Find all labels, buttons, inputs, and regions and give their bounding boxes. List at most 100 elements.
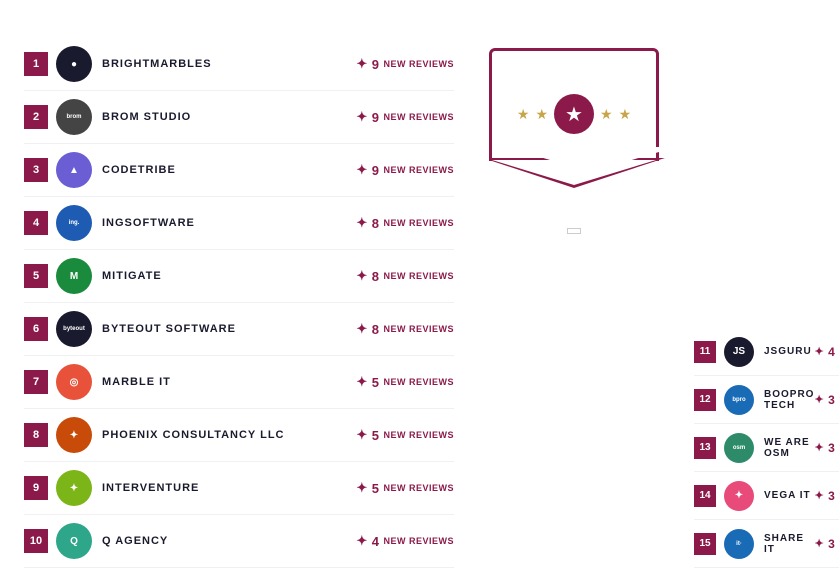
company-logo: bpro (724, 385, 754, 415)
list-item: 2 brom BROM STUDIO ✦ 9 NEW REVIEWS (24, 91, 454, 144)
reviews-badge: ✦ 3 NEW REVIEWS (814, 537, 839, 551)
review-label: NEW REVIEWS (383, 377, 454, 387)
company-logo: ● (56, 46, 92, 82)
company-name: INGSOFTWARE (102, 217, 356, 229)
review-count: 5 (372, 428, 380, 443)
company-name: JSGURU (764, 346, 814, 357)
company-name: Q AGENCY (102, 535, 356, 547)
company-name: BROM STUDIO (102, 111, 356, 123)
reviews-badge: ✦ 4 NEW REVIEWS (356, 533, 454, 549)
list-item: 10 Q Q AGENCY ✦ 4 NEW REVIEWS (24, 515, 454, 568)
company-logo: M (56, 258, 92, 294)
rank-box: 15 (694, 533, 716, 555)
company-logo: JS (724, 337, 754, 367)
company-name: MARBLE IT (102, 376, 356, 388)
review-count: 5 (372, 481, 380, 496)
rank-box: 11 (694, 341, 716, 363)
list-item: 3 ▲ CODETRIBE ✦ 9 NEW REVIEWS (24, 144, 454, 197)
reviews-badge: ✦ 5 NEW REVIEWS (356, 427, 454, 443)
review-count: 4 (372, 534, 380, 549)
review-star-icon: ✦ (356, 374, 367, 390)
badge-area: ★ ★ ★ ★ ★ (454, 38, 694, 568)
review-label: NEW REVIEWS (383, 324, 454, 334)
left-company-list: 1 ● BRIGHTMARBLES ✦ 9 NEW REVIEWS 2 brom… (24, 38, 454, 568)
review-count: 8 (372, 216, 380, 231)
rank-box: 12 (694, 389, 716, 411)
list-item: 8 ✦ PHOENIX CONSULTANCY LLC ✦ 5 NEW REVI… (24, 409, 454, 462)
list-item: 1 ● BRIGHTMARBLES ✦ 9 NEW REVIEWS (24, 38, 454, 91)
company-name: MITIGATE (102, 270, 356, 282)
list-item: 14 ✦ VEGA IT ✦ 3 NEW REVIEWS (694, 472, 839, 520)
company-name: WE ARE OSM (764, 437, 814, 459)
review-star-icon: ✦ (814, 441, 824, 454)
company-logo: ing. (56, 205, 92, 241)
reviews-badge: ✦ 8 NEW REVIEWS (356, 215, 454, 231)
review-label: NEW REVIEWS (383, 483, 454, 493)
review-label: NEW REVIEWS (383, 218, 454, 228)
rank-box: 13 (694, 437, 716, 459)
rank-box: 4 (24, 211, 48, 235)
list-item: 12 bpro BOOPRO TECH ✦ 3 NEW REVIEWS (694, 376, 839, 424)
reviews-badge: ✦ 4 NEW REVIEWS (814, 345, 839, 359)
badge-shape: ★ ★ ★ ★ ★ (489, 48, 659, 161)
company-logo: it· (724, 529, 754, 559)
reviews-badge: ✦ 3 NEW REVIEWS (814, 489, 839, 503)
company-name: BOOPRO TECH (764, 389, 814, 411)
reviews-badge: ✦ 8 NEW REVIEWS (356, 321, 454, 337)
reviews-badge: ✦ 3 NEW REVIEWS (814, 441, 839, 455)
right-company-list: 11 JS JSGURU ✦ 4 NEW REVIEWS 12 bpro BOO… (694, 38, 839, 568)
list-item: 6 byteout BYTEOUT SOFTWARE ✦ 8 NEW REVIE… (24, 303, 454, 356)
reviews-badge: ✦ 3 NEW REVIEWS (814, 393, 839, 407)
badge-star-right-1: ★ (600, 106, 613, 123)
rank-box: 5 (24, 264, 48, 288)
review-count: 3 (828, 489, 835, 503)
review-label: NEW REVIEWS (383, 271, 454, 281)
badge-star-right-2: ★ (619, 106, 632, 123)
list-item: 9 ✦ INTERVENTURE ✦ 5 NEW REVIEWS (24, 462, 454, 515)
company-name: VEGA IT (764, 490, 814, 501)
rank-box: 9 (24, 476, 48, 500)
reviews-badge: ✦ 9 NEW REVIEWS (356, 56, 454, 72)
right-list-spacer (694, 38, 839, 328)
review-star-icon: ✦ (814, 489, 824, 502)
reviews-badge: ✦ 9 NEW REVIEWS (356, 109, 454, 125)
review-count: 4 (828, 345, 835, 359)
review-count: 3 (828, 393, 835, 407)
award-badge: ★ ★ ★ ★ ★ (484, 48, 664, 234)
list-item: 13 osm WE ARE OSM ✦ 3 NEW REVIEWS (694, 424, 839, 472)
rank-box: 6 (24, 317, 48, 341)
rank-box: 3 (24, 158, 48, 182)
list-item: 15 it· SHARE IT ✦ 3 NEW REVIEWS (694, 520, 839, 568)
rank-box: 14 (694, 485, 716, 507)
review-star-icon: ✦ (356, 109, 367, 125)
review-count: 8 (372, 322, 380, 337)
review-star-icon: ✦ (814, 345, 824, 358)
company-logo: brom (56, 99, 92, 135)
company-name: BYTEOUT SOFTWARE (102, 323, 356, 335)
company-logo: ✦ (724, 481, 754, 511)
company-logo: ✦ (56, 417, 92, 453)
badge-stars-row: ★ ★ ★ ★ ★ (506, 94, 642, 134)
review-star-icon: ✦ (356, 321, 367, 337)
rank-box: 1 (24, 52, 48, 76)
list-item: 4 ing. INGSOFTWARE ✦ 8 NEW REVIEWS (24, 197, 454, 250)
review-count: 9 (372, 57, 380, 72)
review-count: 5 (372, 375, 380, 390)
company-logo: ◎ (56, 364, 92, 400)
company-name: BRIGHTMARBLES (102, 58, 356, 70)
review-count: 3 (828, 537, 835, 551)
reviews-badge: ✦ 9 NEW REVIEWS (356, 162, 454, 178)
review-star-icon: ✦ (356, 162, 367, 178)
rank-box: 7 (24, 370, 48, 394)
review-label: NEW REVIEWS (383, 59, 454, 69)
rank-box: 8 (24, 423, 48, 447)
main-layout: 1 ● BRIGHTMARBLES ✦ 9 NEW REVIEWS 2 brom… (24, 38, 815, 568)
review-star-icon: ✦ (356, 480, 367, 496)
review-star-icon: ✦ (356, 56, 367, 72)
review-label: NEW REVIEWS (383, 430, 454, 440)
badge-center-star: ★ (554, 94, 594, 134)
badge-star-left-2: ★ (535, 106, 548, 123)
badge-title (506, 67, 642, 86)
badge-manifast (567, 228, 581, 234)
company-logo: byteout (56, 311, 92, 347)
